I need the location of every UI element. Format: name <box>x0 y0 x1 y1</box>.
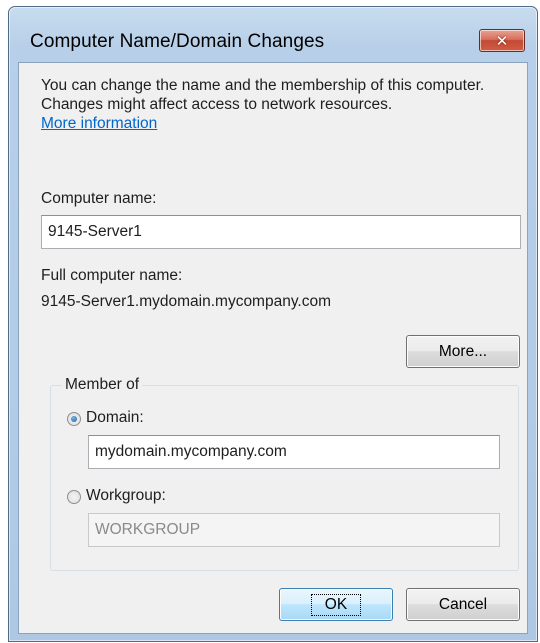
more-button[interactable]: More... <box>406 335 520 368</box>
computer-name-input[interactable]: 9145-Server1 <box>41 215 521 249</box>
intro-description: You can change the name and the membersh… <box>41 77 485 113</box>
workgroup-input: WORKGROUP <box>88 513 500 547</box>
more-button-label: More... <box>438 342 488 360</box>
cancel-button[interactable]: Cancel <box>406 588 520 621</box>
domain-radio-label[interactable]: Domain: <box>86 409 144 427</box>
more-information-link[interactable]: More information <box>41 115 157 132</box>
full-computer-name-value: 9145-Server1.mydomain.mycompany.com <box>41 293 332 310</box>
dialog-window: Computer Name/Domain Changes ✕ You can c… <box>8 6 538 642</box>
domain-value: mydomain.mycompany.com <box>95 443 287 460</box>
domain-radio[interactable] <box>67 412 81 426</box>
workgroup-value: WORKGROUP <box>95 521 201 538</box>
close-icon: ✕ <box>495 31 509 50</box>
full-computer-name-label: Full computer name: <box>41 267 183 284</box>
workgroup-radio-label[interactable]: Workgroup: <box>86 487 166 505</box>
workgroup-radio[interactable] <box>67 490 81 504</box>
close-button[interactable]: ✕ <box>479 29 525 52</box>
domain-input[interactable]: mydomain.mycompany.com <box>88 435 500 469</box>
ok-button[interactable]: OK <box>279 588 393 621</box>
dialog-body: You can change the name and the membersh… <box>18 62 528 634</box>
title-bar[interactable]: Computer Name/Domain Changes ✕ <box>9 7 537 69</box>
member-of-legend: Member of <box>62 376 143 394</box>
intro-text: You can change the name and the membersh… <box>41 76 521 133</box>
computer-name-label: Computer name: <box>41 190 157 207</box>
computer-name-value: 9145-Server1 <box>48 223 142 240</box>
ok-button-label: OK <box>310 593 362 616</box>
cancel-button-label: Cancel <box>438 595 488 613</box>
window-title: Computer Name/Domain Changes <box>30 31 325 52</box>
